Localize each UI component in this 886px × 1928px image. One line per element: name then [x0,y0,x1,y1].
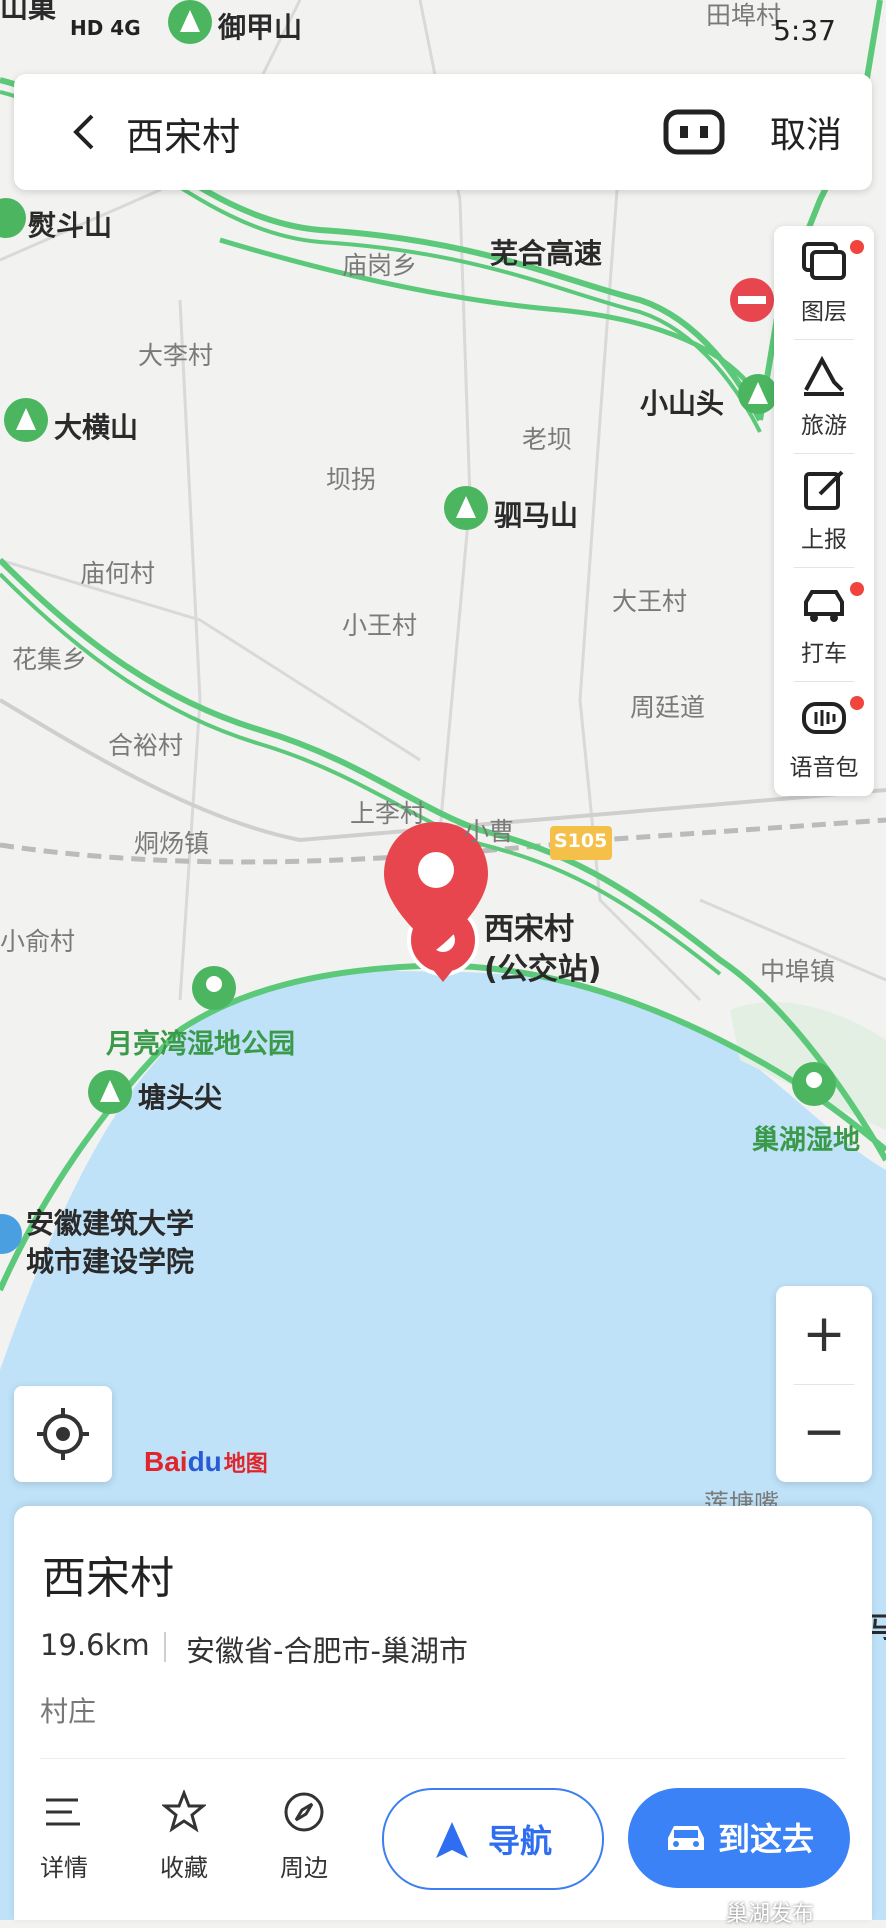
car-icon [668,1826,704,1850]
place-card[interactable]: 西宋村 19.6km 安徽省-合肥市-巢湖市 村庄 详情 收藏 周边 导航 到这… [14,1506,872,1920]
status-bar: HD 4G 5:37 [0,0,886,60]
zoom-controls: + − [776,1286,872,1482]
go-here-label: 到这去 [718,1820,815,1858]
map-label: 老坝 [522,425,573,454]
map-label: 上李村 [350,799,426,828]
locate-button[interactable] [14,1386,112,1482]
star-icon [162,1790,206,1833]
badge-dot [850,696,864,710]
taxi-icon [804,590,844,622]
map-label: 大王村 [612,587,688,616]
poi-label-sub[interactable]: (公交站) [484,944,601,988]
divider [164,1632,166,1662]
voice-pack-icon [802,702,846,734]
map-toolbar: 图层 旅游 上报 打车 语音包 [774,226,874,796]
list-icon [46,1798,80,1826]
report-button[interactable]: 上报 [774,454,874,568]
road-badge: S105 [554,830,608,852]
map-label: 庙何村 [80,559,156,588]
go-here-button[interactable]: 到这去 [628,1788,850,1888]
search-query[interactable]: 西宋村 [126,106,240,161]
taxi-label: 打车 [801,641,847,667]
map-label[interactable]: 小山头 [640,382,724,422]
place-address: 安徽省-合肥市-巢湖市 [186,1634,468,1668]
place-name: 西宋村 [42,1553,174,1604]
map-label: 小俞村 [0,927,76,956]
compass-icon [284,1792,324,1832]
map-label-park[interactable]: 月亮湾湿地公园 [106,1022,295,1061]
report-icon [804,470,844,510]
favorite-button[interactable]: 收藏 [136,1790,232,1890]
place-category: 村庄 [40,1695,97,1728]
search-bar[interactable]: 西宋村 取消 [14,74,872,190]
clock: 5:37 [773,14,836,47]
map-label-mountain[interactable]: 塘头尖 [138,1076,222,1116]
details-button[interactable]: 详情 [16,1790,112,1890]
navigate-button[interactable]: 导航 [382,1788,604,1890]
locate-icon [37,1408,89,1460]
map-label: 花集乡 [12,645,88,674]
nearby-label: 周边 [280,1854,328,1882]
map-label-park[interactable]: 巢湖湿地 [752,1118,860,1157]
map-label-mountain[interactable]: 驷马山 [494,494,578,534]
map-label: 大李村 [138,341,214,370]
map-label-highway: 芜合高速 [490,237,603,270]
watermark: 巢湖发布 [726,1902,815,1927]
map-label-mountain[interactable]: 大横山 [54,406,138,446]
favorite-label: 收藏 [160,1854,208,1882]
details-label: 详情 [40,1854,88,1882]
map-label: 坝拐 [326,465,377,494]
map-label-university[interactable]: 城市建设学院 [26,1240,194,1280]
travel-button[interactable]: 旅游 [774,340,874,454]
network-status: HD 4G [70,16,141,40]
chevron-left-icon[interactable] [62,108,110,156]
map-label: 庙岗乡 [342,251,418,280]
map-label: 中埠镇 [760,957,836,986]
voice-pack-label: 语音包 [789,755,859,781]
map-label: 小王村 [342,611,418,640]
nearby-button[interactable]: 周边 [256,1790,352,1890]
navigate-label: 导航 [488,1822,553,1860]
zoom-out-button[interactable]: − [776,1384,872,1482]
zoom-in-button[interactable]: + [776,1286,872,1384]
map-label: 小曹 [464,817,515,846]
poi-label-name[interactable]: 西宋村 [484,904,574,948]
taxi-button[interactable]: 打车 [774,568,874,682]
baidu-map-logo: Baidu地图 [144,1446,268,1477]
travel-label: 旅游 [801,413,847,439]
report-label: 上报 [801,527,847,553]
layers-button[interactable]: 图层 [774,226,874,340]
layers-icon [802,242,846,280]
map-label: 合裕村 [108,731,184,760]
place-distance: 19.6km [40,1628,150,1662]
map-label-university[interactable]: 安徽建筑大学 [26,1202,194,1242]
voice-pack-button[interactable]: 语音包 [774,682,874,796]
badge-dot [850,582,864,596]
divider [40,1758,846,1759]
travel-icon [804,355,844,396]
map-label: 周廷道 [630,693,706,722]
map-label-mountain[interactable]: 熨斗山 [28,204,112,244]
layers-label: 图层 [801,299,847,325]
badge-dot [850,240,864,254]
navigation-arrow-icon [436,1822,468,1858]
cancel-button[interactable]: 取消 [770,106,842,158]
voice-icon[interactable] [662,108,726,156]
map-label: 烔炀镇 [134,829,210,858]
